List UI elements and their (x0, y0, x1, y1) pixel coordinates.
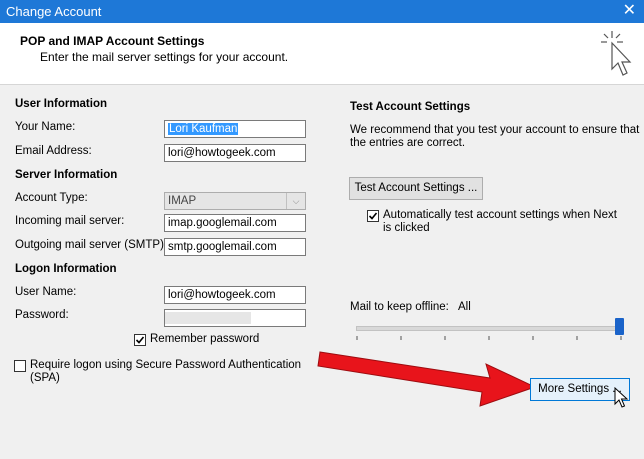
window-title: Change Account (6, 4, 102, 19)
spa-label-line2: (SPA) (30, 372, 60, 384)
spa-checkbox[interactable] (14, 360, 26, 372)
mail-offline-value: All (458, 301, 471, 313)
cursor-click-icon (601, 31, 632, 76)
chevron-down-icon: ⌵ (286, 193, 305, 209)
section-user-information: User Information (15, 98, 108, 110)
password-field[interactable] (164, 309, 306, 327)
mail-offline-label: Mail to keep offline: (350, 301, 449, 313)
auto-test-checkbox[interactable] (367, 210, 379, 222)
user-name-label: User Name: (15, 286, 77, 298)
email-address-label: Email Address: (15, 145, 92, 157)
password-mask (165, 312, 251, 324)
outgoing-server-field[interactable]: smtp.googlemail.com (164, 238, 306, 256)
header-title: POP and IMAP Account Settings (20, 34, 205, 48)
checkmark-icon (135, 336, 145, 344)
spa-label-line1: Require logon using Secure Password Auth… (30, 359, 302, 371)
checkmark-icon (368, 212, 378, 220)
your-name-label: Your Name: (15, 121, 76, 133)
remember-password-checkbox[interactable] (134, 334, 146, 346)
test-account-settings-button[interactable]: Test Account Settings ... (349, 177, 483, 200)
red-arrow-annotation (317, 351, 537, 407)
header-panel: POP and IMAP Account Settings Enter the … (0, 23, 644, 85)
remember-password-label: Remember password (150, 333, 260, 345)
close-icon[interactable]: ✕ (623, 2, 636, 20)
incoming-server-field[interactable]: imap.googlemail.com (164, 214, 306, 232)
offline-slider-thumb[interactable] (615, 318, 624, 335)
password-label: Password: (15, 309, 69, 321)
section-server-information: Server Information (15, 169, 118, 181)
auto-test-label-line1: Automatically test account settings when… (383, 209, 617, 221)
your-name-field[interactable]: Lori Kaufman (164, 120, 306, 138)
account-type-label: Account Type: (15, 192, 88, 204)
incoming-server-label: Incoming mail server: (15, 215, 125, 227)
title-bar: Change Account ✕ (0, 0, 644, 23)
header-subtitle: Enter the mail server settings for your … (40, 50, 289, 64)
your-name-value: Lori Kaufman (168, 123, 239, 135)
offline-slider-track[interactable] (356, 326, 622, 331)
test-description-line1: We recommend that you test your account … (350, 124, 640, 136)
section-logon-information: Logon Information (15, 263, 117, 275)
outgoing-server-label: Outgoing mail server (SMTP): (15, 239, 168, 251)
user-name-field[interactable]: lori@howtogeek.com (164, 286, 306, 304)
test-description-line2: the entries are correct. (350, 137, 466, 149)
section-test-account-settings: Test Account Settings (350, 101, 471, 113)
email-address-field[interactable]: lori@howtogeek.com (164, 144, 306, 162)
account-type-value: IMAP (168, 195, 197, 207)
mouse-cursor-icon (614, 387, 629, 408)
auto-test-label-line2: is clicked (383, 222, 430, 234)
account-type-dropdown: IMAP ⌵ (164, 192, 306, 210)
